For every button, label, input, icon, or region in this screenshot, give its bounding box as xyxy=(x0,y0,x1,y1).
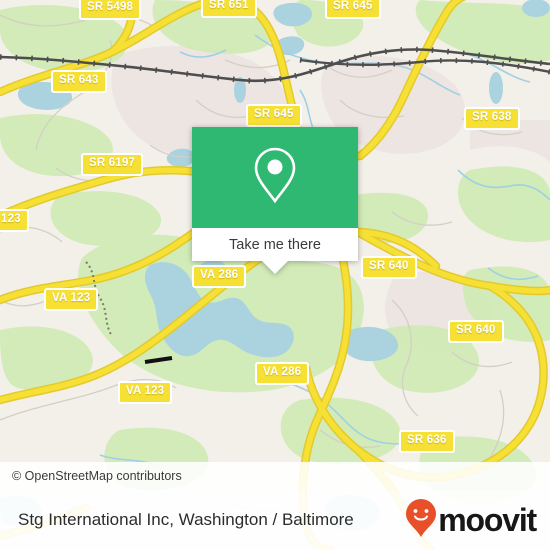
road-shield: SR 643 xyxy=(51,70,107,93)
road-shield: SR 645 xyxy=(246,104,302,127)
popup-image-area xyxy=(192,127,358,228)
map-screenshot: SR 5498 SR 651 SR 645 SR 643 SR 645 SR 638 SR … xyxy=(0,0,550,550)
road-shield: SR 645 xyxy=(325,0,381,19)
moovit-wordmark: moovit xyxy=(438,502,537,538)
moovit-smiley-pin-icon xyxy=(406,498,437,542)
road-shield: VA 286 xyxy=(255,362,310,385)
road-shield: VA 123 xyxy=(44,288,99,311)
road-shield: 123 xyxy=(0,209,29,232)
road-shield: SR 638 xyxy=(464,107,520,130)
bottom-info-bar: Stg International Inc, Washington / Balt… xyxy=(0,490,550,550)
moovit-logo[interactable]: moovit xyxy=(406,498,537,542)
road-shield: SR 651 xyxy=(201,0,257,18)
road-shield: SR 640 xyxy=(361,256,417,279)
take-me-there-button[interactable]: Take me there xyxy=(229,237,321,253)
road-shield: SR 636 xyxy=(399,430,455,453)
popup-action-bar[interactable]: Take me there xyxy=(192,228,358,274)
road-shield: SR 6197 xyxy=(81,153,144,176)
osm-attribution-text[interactable]: © OpenStreetMap contributors xyxy=(12,469,182,483)
place-title: Stg International Inc, Washington / Balt… xyxy=(18,510,354,529)
road-shield: VA 286 xyxy=(192,265,247,288)
road-shield: SR 640 xyxy=(448,320,504,343)
map-pin-icon xyxy=(252,146,298,209)
popup-pointer-tail xyxy=(262,261,288,274)
map-attribution-bar: © OpenStreetMap contributors xyxy=(0,462,550,490)
road-shield: SR 5498 xyxy=(79,0,142,20)
road-shield: VA 123 xyxy=(118,381,173,404)
location-popup-card[interactable]: Take me there xyxy=(192,127,358,274)
